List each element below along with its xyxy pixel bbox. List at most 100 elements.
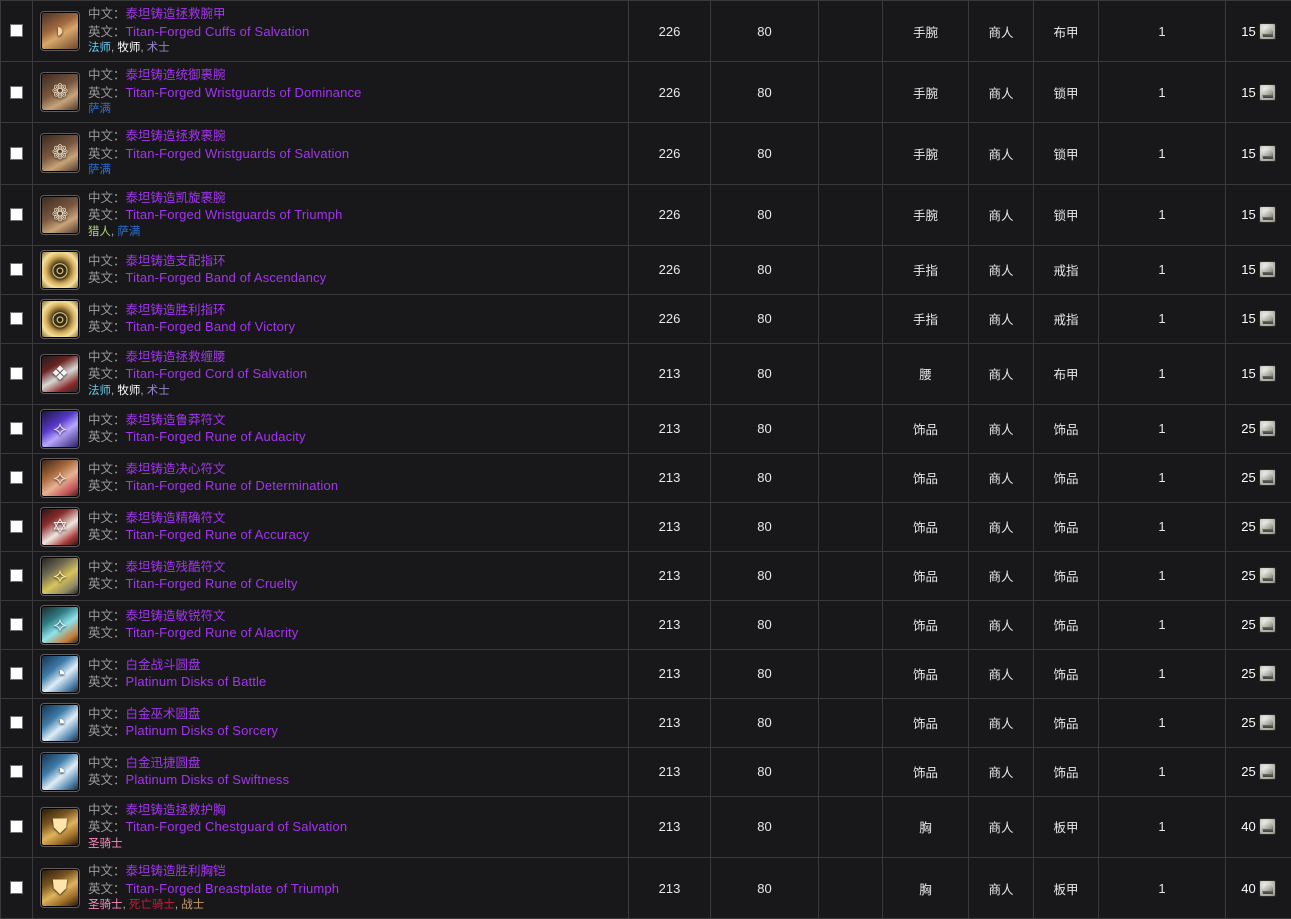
table-row[interactable]: ❁中文：泰坦铸造统御裹腕英文：Titan-Forged Wristguards … <box>1 62 1291 123</box>
emblem-token-icon[interactable] <box>1259 365 1276 382</box>
chest-plate-icon[interactable]: ⛊ <box>41 808 79 846</box>
item-name-zh[interactable]: 泰坦铸造鲁莽符文 <box>126 413 226 427</box>
class-tag[interactable]: 法师 <box>88 385 111 397</box>
class-tag[interactable]: 圣骑士 <box>88 899 123 911</box>
item-name-zh[interactable]: 泰坦铸造精确符文 <box>126 511 226 525</box>
table-row[interactable]: ⟡中文：泰坦铸造决心符文英文：Titan-Forged Rune of Dete… <box>1 453 1291 502</box>
item-name-zh[interactable]: 泰坦铸造拯救腕甲 <box>126 7 226 21</box>
platinum-disk-icon[interactable]: ◔ <box>41 753 79 791</box>
row-select-cell[interactable] <box>1 649 33 698</box>
emblem-token-icon[interactable] <box>1259 23 1276 40</box>
row-select-cell[interactable] <box>1 858 33 919</box>
row-checkbox[interactable] <box>10 820 23 833</box>
item-name-en[interactable]: Titan-Forged Band of Ascendancy <box>126 270 327 285</box>
row-select-cell[interactable] <box>1 747 33 796</box>
ring-icon[interactable]: ◎ <box>41 300 79 338</box>
rune-accuracy-icon[interactable]: ✡ <box>41 508 79 546</box>
item-name-zh[interactable]: 白金巫术圆盘 <box>126 707 201 721</box>
item-name-zh[interactable]: 泰坦铸造胜利指环 <box>126 303 226 317</box>
table-row[interactable]: ❖中文：泰坦铸造拯救缠腰英文：Titan-Forged Cord of Salv… <box>1 343 1291 404</box>
row-checkbox[interactable] <box>10 618 23 631</box>
emblem-token-icon[interactable] <box>1259 763 1276 780</box>
emblem-token-icon[interactable] <box>1259 420 1276 437</box>
row-checkbox[interactable] <box>10 569 23 582</box>
item-name-en[interactable]: Titan-Forged Rune of Audacity <box>126 429 306 444</box>
row-checkbox[interactable] <box>10 471 23 484</box>
emblem-token-icon[interactable] <box>1259 261 1276 278</box>
row-checkbox[interactable] <box>10 86 23 99</box>
emblem-token-icon[interactable] <box>1259 616 1276 633</box>
emblem-token-icon[interactable] <box>1259 880 1276 897</box>
table-row[interactable]: ⟡中文：泰坦铸造残酷符文英文：Titan-Forged Rune of Crue… <box>1 551 1291 600</box>
item-name-zh[interactable]: 泰坦铸造拯救护胸 <box>126 803 226 817</box>
bracer-mail-icon[interactable]: ❁ <box>41 134 79 172</box>
table-row[interactable]: ⛊中文：泰坦铸造拯救护胸英文：Titan-Forged Chestguard o… <box>1 796 1291 857</box>
item-name-en[interactable]: Titan-Forged Chestguard of Salvation <box>126 819 348 834</box>
row-select-cell[interactable] <box>1 600 33 649</box>
item-name-zh[interactable]: 泰坦铸造凯旋裹腕 <box>126 191 226 205</box>
emblem-token-icon[interactable] <box>1259 714 1276 731</box>
row-checkbox[interactable] <box>10 24 23 37</box>
row-select-cell[interactable] <box>1 62 33 123</box>
item-name-en[interactable]: Titan-Forged Cuffs of Salvation <box>126 24 310 39</box>
row-select-cell[interactable] <box>1 294 33 343</box>
row-select-cell[interactable] <box>1 698 33 747</box>
item-name-zh[interactable]: 泰坦铸造支配指环 <box>126 254 226 268</box>
row-checkbox[interactable] <box>10 422 23 435</box>
class-tag[interactable]: 术士 <box>147 385 170 397</box>
emblem-token-icon[interactable] <box>1259 84 1276 101</box>
row-select-cell[interactable] <box>1 245 33 294</box>
table-row[interactable]: ✡中文：泰坦铸造精确符文英文：Titan-Forged Rune of Accu… <box>1 502 1291 551</box>
emblem-token-icon[interactable] <box>1259 145 1276 162</box>
item-name-zh[interactable]: 白金战斗圆盘 <box>126 658 201 672</box>
item-name-zh[interactable]: 泰坦铸造敏锐符文 <box>126 609 226 623</box>
table-row[interactable]: ◔中文：白金巫术圆盘英文：Platinum Disks of Sorcery21… <box>1 698 1291 747</box>
item-name-en[interactable]: Titan-Forged Rune of Alacrity <box>126 625 299 640</box>
item-name-en[interactable]: Platinum Disks of Sorcery <box>126 723 279 738</box>
emblem-token-icon[interactable] <box>1259 518 1276 535</box>
item-name-zh[interactable]: 泰坦铸造胜利胸铠 <box>126 864 226 878</box>
row-select-cell[interactable] <box>1 453 33 502</box>
belt-cloth-icon[interactable]: ❖ <box>41 355 79 393</box>
row-checkbox[interactable] <box>10 147 23 160</box>
item-name-en[interactable]: Titan-Forged Rune of Accuracy <box>126 527 310 542</box>
emblem-token-icon[interactable] <box>1259 469 1276 486</box>
row-select-cell[interactable] <box>1 1 33 62</box>
class-tag[interactable]: 战士 <box>181 899 204 911</box>
table-row[interactable]: ◗中文：泰坦铸造拯救腕甲英文：Titan-Forged Cuffs of Sal… <box>1 1 1291 62</box>
table-row[interactable]: ❁中文：泰坦铸造拯救裹腕英文：Titan-Forged Wristguards … <box>1 123 1291 184</box>
row-checkbox[interactable] <box>10 263 23 276</box>
class-tag[interactable]: 萨满 <box>88 103 111 115</box>
row-checkbox[interactable] <box>10 367 23 380</box>
row-select-cell[interactable] <box>1 502 33 551</box>
class-tag[interactable]: 牧师 <box>117 385 140 397</box>
item-name-en[interactable]: Titan-Forged Breastplate of Triumph <box>126 881 340 896</box>
emblem-token-icon[interactable] <box>1259 206 1276 223</box>
item-name-zh[interactable]: 泰坦铸造决心符文 <box>126 462 226 476</box>
item-name-en[interactable]: Titan-Forged Rune of Determination <box>126 478 339 493</box>
table-row[interactable]: ◎中文：泰坦铸造胜利指环英文：Titan-Forged Band of Vict… <box>1 294 1291 343</box>
emblem-token-icon[interactable] <box>1259 310 1276 327</box>
row-checkbox[interactable] <box>10 881 23 894</box>
table-row[interactable]: ◔中文：白金迅捷圆盘英文：Platinum Disks of Swiftness… <box>1 747 1291 796</box>
item-name-zh[interactable]: 泰坦铸造拯救裹腕 <box>126 129 226 143</box>
table-row[interactable]: ◎中文：泰坦铸造支配指环英文：Titan-Forged Band of Asce… <box>1 245 1291 294</box>
ring-icon[interactable]: ◎ <box>41 251 79 289</box>
table-row[interactable]: ⟡中文：泰坦铸造敏锐符文英文：Titan-Forged Rune of Alac… <box>1 600 1291 649</box>
row-select-cell[interactable] <box>1 123 33 184</box>
item-name-zh[interactable]: 泰坦铸造拯救缠腰 <box>126 350 226 364</box>
bracer-cloth-icon[interactable]: ◗ <box>41 12 79 50</box>
row-select-cell[interactable] <box>1 404 33 453</box>
table-row[interactable]: ⟡中文：泰坦铸造鲁莽符文英文：Titan-Forged Rune of Auda… <box>1 404 1291 453</box>
emblem-token-icon[interactable] <box>1259 567 1276 584</box>
class-tag[interactable]: 牧师 <box>117 42 140 54</box>
rune-cruelty-icon[interactable]: ⟡ <box>41 557 79 595</box>
platinum-disk-icon[interactable]: ◔ <box>41 655 79 693</box>
table-row[interactable]: ◔中文：白金战斗圆盘英文：Platinum Disks of Battle213… <box>1 649 1291 698</box>
class-tag[interactable]: 术士 <box>147 42 170 54</box>
row-checkbox[interactable] <box>10 765 23 778</box>
item-name-en[interactable]: Titan-Forged Cord of Salvation <box>126 366 308 381</box>
row-checkbox[interactable] <box>10 716 23 729</box>
item-name-en[interactable]: Platinum Disks of Swiftness <box>126 772 290 787</box>
class-tag[interactable]: 萨满 <box>88 164 111 176</box>
